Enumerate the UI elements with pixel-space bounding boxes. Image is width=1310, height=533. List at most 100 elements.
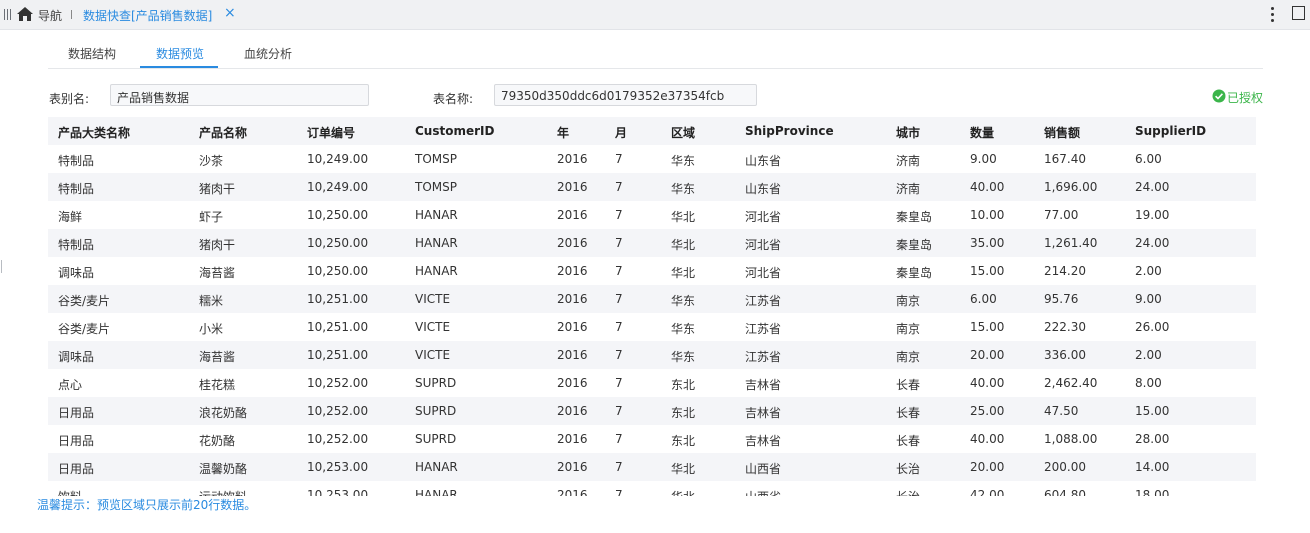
table-row[interactable]: 谷类/麦片 小米 10,251.00 VICTE 2016 7 华东 江苏省 南京 15.00 22… — [48, 313, 1256, 341]
table-cell: 日用品 — [58, 406, 95, 420]
tab-data-preview[interactable]: 数据预览 — [156, 45, 204, 62]
table-cell: 华北 — [671, 488, 695, 496]
table-cell: 运动饮料 — [199, 488, 247, 496]
table-cell: 花奶酪 — [199, 434, 236, 448]
table-cell: 海苔酱 — [199, 266, 236, 280]
table-cell: 小米 — [199, 322, 224, 336]
tab-lineage-analysis[interactable]: 血统分析 — [244, 45, 292, 62]
nav-label[interactable]: 导航 — [38, 7, 62, 24]
resize-handle[interactable] — [1, 260, 2, 273]
table-cell: HANAR — [415, 460, 458, 474]
table-cell: 日用品 — [58, 434, 95, 448]
table-cell: 10,252.00 — [307, 376, 369, 390]
column-header[interactable]: 数量 — [970, 124, 994, 141]
table-cell: 猪肉干 — [199, 238, 236, 252]
table-cell: 济南 — [896, 154, 921, 168]
table-cell: 7 — [615, 404, 623, 418]
document-tab-title[interactable]: 数据快查[产品销售数据] — [83, 7, 212, 24]
table-cell: 24.00 — [1135, 236, 1170, 250]
table-cell: 7 — [615, 208, 623, 222]
table-row[interactable]: 谷类/麦片 糯米 10,251.00 VICTE 2016 7 华东 江苏省 南京 6.00 95.… — [48, 285, 1256, 313]
table-row[interactable]: 特制品 沙茶 10,249.00 TOMSP 2016 7 华东 山东省 济南 9.00 167.4… — [48, 145, 1256, 173]
table-row[interactable]: 特制品 猪肉干 10,250.00 HANAR 2016 7 华北 河北省 秦皇岛 35.00 1,… — [48, 229, 1256, 257]
table-cell: 6.00 — [1135, 152, 1162, 166]
active-tab-indicator — [140, 66, 218, 68]
table-cell: 6.00 — [970, 292, 997, 306]
column-header[interactable]: ShipProvince — [745, 124, 834, 138]
column-header[interactable]: 区域 — [671, 124, 695, 141]
table-cell: 2.00 — [1135, 348, 1162, 362]
table-cell: 华东 — [671, 322, 696, 336]
table-cell: 华北 — [671, 238, 696, 252]
column-header[interactable]: 城市 — [896, 124, 920, 141]
table-cell: 2016 — [557, 152, 588, 166]
table-cell: 长治 — [896, 462, 921, 476]
table-row[interactable]: 海鲜 虾子 10,250.00 HANAR 2016 7 华北 河北省 秦皇岛 10.00 77.0… — [48, 201, 1256, 229]
table-cell: 14.00 — [1135, 460, 1170, 474]
table-cell: 浪花奶酪 — [199, 406, 248, 420]
table-cell: VICTE — [415, 292, 451, 306]
table-cell: 2016 — [557, 264, 588, 278]
table-row[interactable]: 点心 桂花糕 10,252.00 SUPRD 2016 7 东北 吉林省 长春 40.00 2,46… — [48, 369, 1256, 397]
column-header[interactable]: CustomerID — [415, 124, 494, 138]
column-header[interactable]: 月 — [615, 124, 627, 141]
table-cell: 华东 — [671, 294, 696, 308]
table-row[interactable]: 日用品 温馨奶酪 10,253.00 HANAR 2016 7 华北 山西省 长治 20.00 20… — [48, 453, 1256, 481]
grip-icon[interactable] — [4, 9, 13, 20]
table-cell: 20.00 — [970, 460, 1005, 474]
table-cell: 40.00 — [970, 376, 1005, 390]
table-cell: HANAR — [415, 264, 458, 278]
table-cell: 长治 — [896, 488, 920, 496]
maximize-icon[interactable] — [1292, 6, 1305, 20]
table-cell: 10,250.00 — [307, 236, 369, 250]
table-row[interactable]: 调味品 海苔酱 10,250.00 HANAR 2016 7 华北 河北省 秦皇岛 15.00 21… — [48, 257, 1256, 285]
more-vertical-icon[interactable] — [1266, 5, 1278, 23]
table-cell: 秦皇岛 — [896, 238, 933, 252]
table-cell: 山西省 — [745, 488, 781, 496]
table-cell: 15.00 — [970, 320, 1005, 334]
table-cell: 2016 — [557, 320, 588, 334]
table-cell: SUPRD — [415, 404, 457, 418]
table-row[interactable]: 日用品 浪花奶酪 10,252.00 SUPRD 2016 7 东北 吉林省 长春 25.00 47… — [48, 397, 1256, 425]
table-name-label: 表名称: — [433, 92, 474, 106]
table-cell: 2.00 — [1135, 264, 1162, 278]
table-cell: 7 — [615, 320, 623, 334]
table-cell: 吉林省 — [745, 434, 782, 448]
column-header[interactable]: 产品名称 — [199, 124, 247, 141]
table-row[interactable]: 饮料 运动饮料 10,253.00 HANAR 2016 7 华北 山西省 长治 42.00 604… — [48, 481, 1256, 496]
table-row[interactable]: 特制品 猪肉干 10,249.00 TOMSP 2016 7 华东 山东省 济南 40.00 1,6… — [48, 173, 1256, 201]
table-cell: 长春 — [896, 406, 921, 420]
table-cell: 江苏省 — [745, 322, 782, 336]
tab-data-structure[interactable]: 数据结构 — [68, 45, 116, 62]
table-cell: 调味品 — [58, 350, 95, 364]
table-row[interactable]: 日用品 花奶酪 10,252.00 SUPRD 2016 7 东北 吉林省 长春 40.00 1,0… — [48, 425, 1256, 453]
table-cell: SUPRD — [415, 376, 457, 390]
table-cell: 山东省 — [745, 154, 782, 168]
table-cell: 95.76 — [1044, 292, 1079, 306]
close-tab-icon[interactable]: × — [224, 5, 236, 21]
table-name-field[interactable]: 79350d350ddc6d0179352e37354fcb — [494, 84, 757, 106]
table-cell: 东北 — [671, 434, 696, 448]
table-cell: 10,249.00 — [307, 152, 369, 166]
table-cell: 2016 — [557, 348, 588, 362]
data-preview-table[interactable]: 产品大类名称 产品名称 订单编号 CustomerID 年 月 区域 ShipProvince… — [48, 117, 1256, 496]
table-cell: 华北 — [671, 462, 696, 476]
column-header[interactable]: 产品大类名称 — [58, 124, 130, 141]
column-header[interactable]: 订单编号 — [307, 124, 355, 141]
home-icon[interactable] — [16, 6, 34, 22]
column-header[interactable]: 销售额 — [1044, 124, 1080, 141]
table-cell: 日用品 — [58, 462, 95, 476]
table-cell: 华东 — [671, 350, 696, 364]
table-cell: 2016 — [557, 488, 588, 496]
column-header[interactable]: 年 — [557, 124, 569, 141]
table-cell: 2016 — [557, 236, 588, 250]
table-cell: 1,088.00 — [1044, 432, 1098, 446]
table-cell: 10.00 — [970, 208, 1005, 222]
table-cell: 26.00 — [1135, 320, 1170, 334]
column-header[interactable]: SupplierID — [1135, 124, 1206, 138]
table-cell: 604.80 — [1044, 488, 1086, 496]
table-cell: 20.00 — [970, 348, 1005, 362]
table-cell: 秦皇岛 — [896, 210, 933, 224]
table-alias-field[interactable]: 产品销售数据 — [110, 84, 369, 106]
table-row[interactable]: 调味品 海苔酱 10,251.00 VICTE 2016 7 华东 江苏省 南京 20.00 336… — [48, 341, 1256, 369]
